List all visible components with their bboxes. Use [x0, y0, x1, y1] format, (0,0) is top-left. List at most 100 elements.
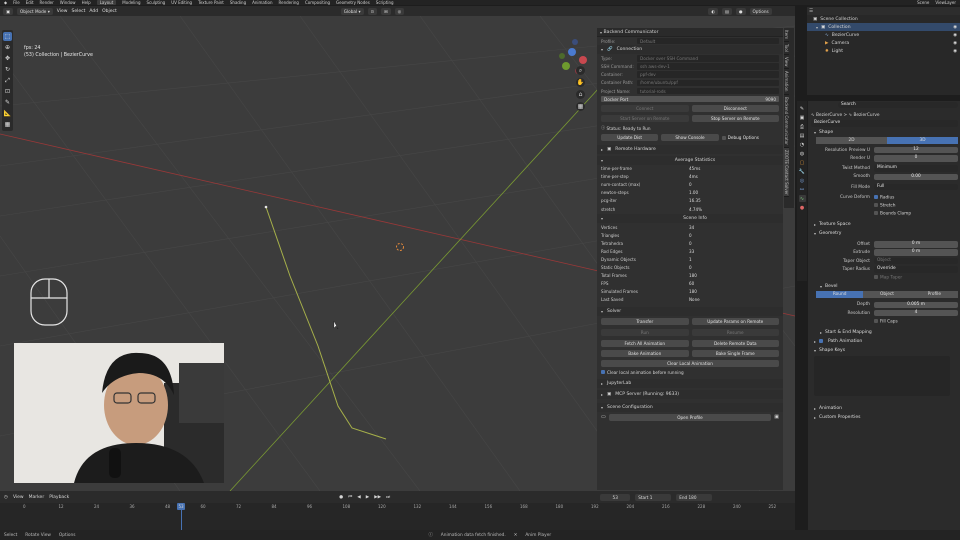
save-icon[interactable]: ▣	[774, 414, 779, 420]
menu-render[interactable]: Render	[40, 0, 54, 5]
fetch-all-animation-button[interactable]: Fetch All Animation	[601, 339, 689, 347]
record-icon[interactable]: ●	[339, 495, 343, 500]
measure-icon[interactable]: 📐	[3, 109, 12, 118]
properties-search-input[interactable]: Search	[838, 101, 958, 109]
shape-header[interactable]: ▾ Shape	[808, 128, 960, 137]
bevel-object-button[interactable]: Object	[863, 290, 911, 298]
docker-port-field[interactable]: Docker Port 9090	[601, 95, 779, 103]
tab-scripting[interactable]: Scripting	[376, 0, 394, 5]
timeline-menu-marker[interactable]: Marker	[29, 495, 45, 500]
scene-selector[interactable]: Scene	[917, 0, 929, 5]
dimension-3d-button[interactable]: 3D	[887, 136, 958, 144]
jump-start-icon[interactable]: ⏮	[348, 494, 352, 500]
start-server-button[interactable]: Start Server on Remote	[601, 114, 689, 122]
disconnect-button[interactable]: Disconnect	[691, 104, 779, 112]
project-name-field[interactable]: tutorial-rods	[637, 87, 779, 95]
timeline-menu-view[interactable]: View	[13, 495, 24, 500]
bevel-resolution-field[interactable]: 4	[874, 309, 958, 317]
render-u-field[interactable]: 0	[874, 155, 958, 162]
annotate-icon[interactable]: ✎	[3, 98, 12, 107]
rotate-icon[interactable]: ↻	[3, 65, 12, 74]
options-button[interactable]: Options	[749, 7, 772, 15]
current-frame-field[interactable]: 53	[600, 493, 631, 501]
clock-icon[interactable]: ◷	[4, 495, 8, 500]
scene-info-header[interactable]: ▾ Scene Info	[597, 214, 783, 224]
world-icon[interactable]: ◍	[799, 150, 806, 157]
taper-radius-dropdown[interactable]: Override	[874, 266, 958, 273]
overlay-icon[interactable]: ◐	[708, 7, 718, 15]
sidetab-backend[interactable]: Backend Communicator	[784, 95, 789, 148]
tab-modeling[interactable]: Modeling	[122, 0, 140, 5]
connect-button[interactable]: Connect	[601, 104, 689, 112]
bevel-depth-field[interactable]: 0.005 m	[874, 301, 958, 309]
modifier-icon[interactable]: 🔧	[799, 168, 806, 175]
step-back-icon[interactable]: ◀	[357, 495, 360, 500]
menu-add[interactable]: Add	[89, 9, 98, 14]
scene-icon[interactable]: ◔	[799, 141, 806, 148]
animation-header[interactable]: ▸ Animation	[808, 404, 960, 413]
menu-help[interactable]: Help	[82, 0, 91, 5]
tab-uv-editing[interactable]: UV Editing	[171, 0, 192, 5]
step-forward-icon[interactable]: ▶▶	[374, 495, 381, 500]
close-icon[interactable]: ✕	[514, 533, 518, 538]
clear-before-checkbox[interactable]	[601, 370, 605, 375]
tab-animation[interactable]: Animation	[252, 0, 272, 5]
average-statistics-header[interactable]: ▾ Average Statistics	[597, 155, 783, 165]
delete-remote-data-button[interactable]: Delete Remote Data	[691, 339, 779, 347]
map-taper-checkbox[interactable]: Map Taper	[874, 274, 902, 280]
connection-header[interactable]: ▾ 🔗 Connection	[597, 45, 783, 55]
transform-icon[interactable]: ⊡	[3, 87, 12, 96]
eye-icon[interactable]: ◉	[953, 25, 957, 30]
cursor-icon[interactable]: ⊕	[3, 43, 12, 52]
twist-method-dropdown[interactable]: Minimum	[874, 165, 958, 172]
dimension-2d-button[interactable]: 2D	[816, 136, 887, 144]
tab-sculpting[interactable]: Sculpting	[147, 0, 166, 5]
start-end-mapping-header[interactable]: ▸ Start & End Mapping	[808, 328, 960, 337]
sidetab-item[interactable]: Item	[784, 28, 789, 43]
update-dist-button[interactable]: Update Dist	[601, 134, 659, 141]
eye-icon[interactable]: ◉	[953, 41, 957, 46]
render-icon[interactable]: ▣	[799, 114, 806, 121]
blender-logo-icon[interactable]: ◆	[4, 0, 7, 5]
constraint-icon[interactable]: ⚯	[799, 186, 806, 193]
path-animation-header[interactable]: ▸ Path Animation	[808, 337, 960, 346]
sidetab-animation[interactable]: Animation	[784, 69, 789, 95]
jupyterlab-header[interactable]: ▸ JupyterLab	[597, 379, 783, 389]
anim-player-label[interactable]: Anim Player	[525, 533, 551, 538]
folder-icon[interactable]: ▭	[601, 414, 606, 420]
fill-mode-dropdown[interactable]: Full	[874, 183, 958, 191]
ssh-command-field[interactable]: ssh aws-dev-1	[637, 63, 779, 70]
view-layer-selector[interactable]: ViewLayer	[935, 0, 956, 5]
tab-shading[interactable]: Shading	[230, 0, 246, 5]
menu-edit[interactable]: Edit	[26, 0, 34, 5]
outliner-scene-collection[interactable]: ▣ Scene Collection	[807, 15, 960, 23]
snap-icon[interactable]: ⊞	[381, 7, 391, 15]
eye-icon[interactable]: ◉	[953, 33, 957, 38]
menu-window[interactable]: Window	[60, 0, 76, 5]
run-button[interactable]: Run	[601, 328, 689, 336]
scene-configuration-header[interactable]: ▾ Scene Configuration	[597, 403, 783, 413]
sidetab-contact-solver[interactable]: ZOOTE Contact Solver	[784, 147, 789, 198]
ortho-grid-icon[interactable]: ▦	[576, 102, 585, 111]
pivot-icon[interactable]: ⊙	[367, 7, 378, 15]
zoom-icon[interactable]: ⌕	[576, 66, 585, 75]
view-layer-icon[interactable]: ▤	[799, 132, 806, 139]
resolution-preview-field[interactable]: 12	[874, 146, 958, 154]
show-console-button[interactable]: Show Console	[661, 134, 719, 141]
orientation-selector[interactable]: Global ▾	[340, 7, 364, 15]
scale-icon[interactable]: ⤢	[3, 76, 12, 85]
object-icon[interactable]: ▢	[799, 159, 806, 166]
end-frame-field[interactable]: End 180	[676, 493, 713, 501]
resume-button[interactable]: Resume	[691, 328, 779, 336]
container-field[interactable]: ppf-dev	[637, 71, 779, 78]
type-field[interactable]: Docker over SSH Command	[637, 55, 779, 62]
tab-texture-paint[interactable]: Texture Paint	[198, 0, 224, 5]
solver-header[interactable]: ▾ Solver	[597, 307, 783, 316]
stop-server-button[interactable]: Stop Server on Remote	[691, 114, 779, 122]
chevron-down-icon[interactable]: ▾	[600, 30, 602, 35]
physics-icon[interactable]: ◎	[799, 177, 806, 184]
material-icon[interactable]: ●	[799, 204, 806, 211]
tab-rendering[interactable]: Rendering	[279, 0, 299, 5]
debug-options-checkbox[interactable]: Debug Options	[721, 134, 779, 141]
tool-icon[interactable]: ✎	[799, 105, 806, 112]
